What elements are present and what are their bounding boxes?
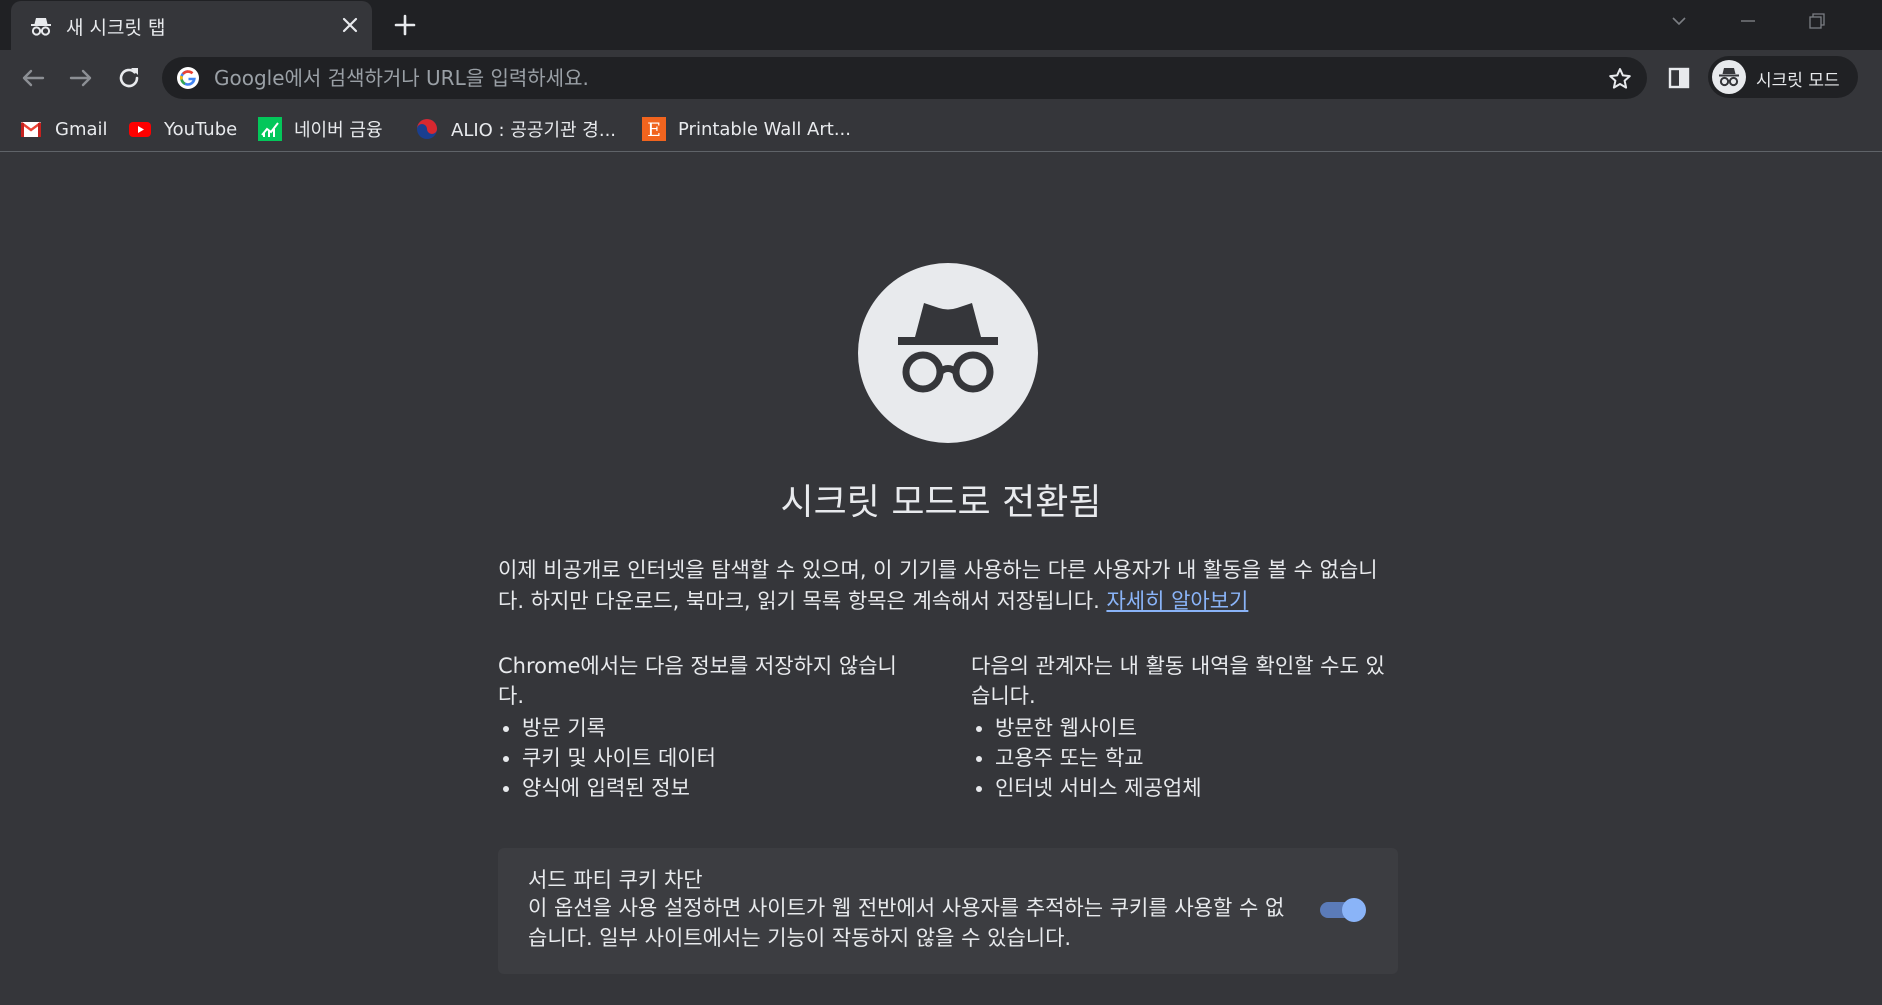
cookie-card-description: 이 옵션을 사용 설정하면 사이트가 웹 전반에서 사용자를 추적하는 쿠키를 … xyxy=(528,896,1285,950)
bookmark-label: Gmail xyxy=(55,118,108,140)
reload-icon[interactable] xyxy=(113,62,145,94)
incognito-hero-icon xyxy=(858,263,1038,443)
bookmark-alio[interactable]: ALIO : 공공기관 경... xyxy=(415,114,616,144)
list-item: 쿠키 및 사이트 데이터 xyxy=(522,743,918,773)
bookmark-label: YouTube xyxy=(164,118,238,140)
list-item: 양식에 입력된 정보 xyxy=(522,773,918,803)
search-input[interactable] xyxy=(212,57,1552,99)
new-tab-button[interactable] xyxy=(391,11,419,39)
side-panel-icon[interactable] xyxy=(1664,63,1694,93)
third-party-cookie-card: 서드 파티 쿠키 차단 이 옵션을 사용 설정하면 사이트가 웹 전반에서 사용… xyxy=(498,848,1398,974)
not-saved-title: Chrome에서는 다음 정보를 저장하지 않습니다. xyxy=(498,654,897,708)
etsy-icon: E xyxy=(642,117,666,141)
not-saved-section: Chrome에서는 다음 정보를 저장하지 않습니다. 방문 기록 쿠키 및 사… xyxy=(498,651,918,803)
intro-paragraph: 이제 비공개로 인터넷을 탐색할 수 있으며, 이 기기를 사용하는 다른 사용… xyxy=(498,555,1398,617)
not-saved-list: 방문 기록 쿠키 및 사이트 데이터 양식에 입력된 정보 xyxy=(498,713,918,803)
incognito-profile-button[interactable]: 시크릿 모드 xyxy=(1708,56,1858,98)
tab-incognito[interactable]: 새 시크릿 탭 xyxy=(11,1,372,50)
toggle-knob xyxy=(1342,898,1366,922)
learn-more-link[interactable]: 자세히 알아보기 xyxy=(1106,589,1248,613)
minimize-icon[interactable] xyxy=(1733,9,1763,33)
visible-to-list: 방문한 웹사이트 고용주 또는 학교 인터넷 서비스 제공업체 xyxy=(971,713,1391,803)
google-icon xyxy=(176,66,200,90)
bookmark-label: ALIO : 공공기관 경... xyxy=(451,120,617,141)
omnibox[interactable] xyxy=(162,57,1647,99)
svg-text:E: E xyxy=(647,119,661,141)
bookmark-label: 네이버 금융 xyxy=(294,120,383,141)
list-item: 인터넷 서비스 제공업체 xyxy=(995,773,1391,803)
bookmark-gmail[interactable]: Gmail xyxy=(19,114,108,144)
back-arrow-icon[interactable] xyxy=(17,62,49,94)
close-tab-icon[interactable] xyxy=(339,14,361,36)
forward-arrow-icon[interactable] xyxy=(65,62,97,94)
profile-label: 시크릿 모드 xyxy=(1756,71,1840,91)
incognito-avatar-icon xyxy=(1712,60,1746,94)
visible-to-title: 다음의 관계자는 내 활동 내역을 확인할 수도 있습니다. xyxy=(971,654,1385,708)
incognito-icon xyxy=(29,15,53,37)
list-item: 방문한 웹사이트 xyxy=(995,713,1391,743)
bookmark-youtube[interactable]: YouTube xyxy=(128,114,237,144)
block-cookies-toggle[interactable] xyxy=(1320,898,1366,922)
bookmark-etsy[interactable]: E Printable Wall Art... xyxy=(642,114,851,144)
tab-strip: 새 시크릿 탭 xyxy=(0,0,1882,50)
restore-icon[interactable] xyxy=(1801,9,1831,33)
list-item: 방문 기록 xyxy=(522,713,918,743)
cookie-card-title: 서드 파티 쿠키 차단 xyxy=(528,868,703,892)
bookmark-label: Printable Wall Art... xyxy=(678,118,851,140)
visible-to-section: 다음의 관계자는 내 활동 내역을 확인할 수도 있습니다. 방문한 웹사이트 … xyxy=(971,651,1391,803)
incognito-page: 시크릿 모드로 전환됨 이제 비공개로 인터넷을 탐색할 수 있으며, 이 기기… xyxy=(0,153,1882,1005)
list-item: 고용주 또는 학교 xyxy=(995,743,1391,773)
gmail-icon xyxy=(19,117,43,141)
toolbar: 시크릿 모드 xyxy=(0,50,1882,106)
tab-search-chevron-icon[interactable] xyxy=(1664,9,1694,33)
naver-finance-icon xyxy=(258,117,282,141)
alio-icon xyxy=(415,117,439,141)
bookmark-naver-finance[interactable]: 네이버 금융 xyxy=(258,114,383,144)
tab-title: 새 시크릿 탭 xyxy=(66,17,166,39)
bookmark-star-icon[interactable] xyxy=(1607,66,1633,92)
bookmarks-bar: Gmail YouTube 네이버 금융 ALIO: 공공기관 경... E … xyxy=(0,106,1882,152)
page-title: 시크릿 모드로 전환됨 xyxy=(780,482,1102,523)
youtube-icon xyxy=(128,117,152,141)
